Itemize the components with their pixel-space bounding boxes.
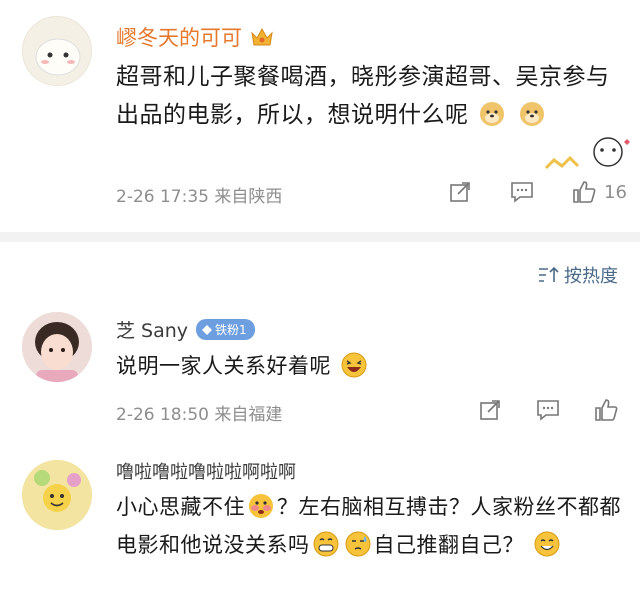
- commenter-name[interactable]: 芝 Sany 铁粉1: [116, 316, 255, 343]
- shy-emoji-icon: [249, 494, 273, 518]
- comment-icon: [511, 182, 533, 203]
- share-icon: [480, 400, 500, 420]
- like-button[interactable]: [570, 178, 598, 206]
- comment-actions: [476, 396, 620, 424]
- decoration-sticker-icon: [544, 137, 630, 170]
- sort-icon: [539, 266, 559, 282]
- comment-text: 说明一家人关系好着呢: [116, 348, 370, 384]
- comment-meta: 2-26 18:50 来自福建: [116, 405, 283, 425]
- post-author-name[interactable]: 嵺冬天的可可: [116, 22, 274, 52]
- post-body: 超哥和儿子聚餐喝酒，晓彤参演超哥、吴京参与出品的电影，所以，想说明什么呢: [116, 64, 610, 128]
- doge-emoji-icon: [480, 102, 505, 126]
- post-actions: 16: [446, 178, 627, 206]
- commenter-name[interactable]: 噜啦噜啦噜啦啦啊啦啊: [116, 458, 296, 484]
- fan-badge: 铁粉1: [196, 319, 255, 340]
- grin-emoji-icon: [313, 531, 338, 557]
- diamond-icon: [202, 324, 213, 335]
- comment-icon: [537, 400, 559, 421]
- like-icon: [573, 181, 596, 203]
- comment-button[interactable]: [534, 396, 562, 424]
- comment-item: 芝 Sany 铁粉1 说明一家人关系好着呢 2-26 18:50 来自福建: [0, 300, 640, 440]
- post-meta: 2-26 17:35 来自陕西: [116, 187, 283, 207]
- laughing-emoji-icon: [341, 352, 367, 378]
- comment-button[interactable]: [508, 178, 536, 206]
- like-count: 16: [604, 181, 627, 203]
- commenter-avatar[interactable]: [22, 312, 92, 382]
- share-icon: [450, 182, 470, 202]
- smile-emoji-icon: [534, 531, 560, 557]
- like-button[interactable]: [592, 396, 620, 424]
- vip-crown-icon: [251, 27, 273, 46]
- like-icon: [595, 399, 618, 421]
- weibo-post: 嵺冬天的可可 超哥和儿子聚餐喝酒，晓彤参演超哥、吴京参与出品的电影，所以，想说明…: [0, 0, 640, 232]
- comment-text: 小心思藏不住 ？左右脑相互搏击？人家粉丝不都都电影和他说没关系吗 自己推翻自己？: [116, 488, 626, 564]
- commenter-avatar[interactable]: [22, 460, 92, 530]
- share-button[interactable]: [446, 178, 474, 206]
- section-divider: [0, 232, 640, 242]
- sweat-emoji-icon: [345, 531, 370, 557]
- doge-emoji-icon: [520, 102, 545, 126]
- share-button[interactable]: [476, 396, 504, 424]
- post-author-avatar[interactable]: [22, 16, 92, 86]
- sort-by-hot-button[interactable]: 按热度: [538, 262, 618, 288]
- comment-item: 噜啦噜啦噜啦啦啊啦啊 小心思藏不住 ？左右脑相互搏击？人家粉丝不都都电影和他说没…: [0, 446, 640, 606]
